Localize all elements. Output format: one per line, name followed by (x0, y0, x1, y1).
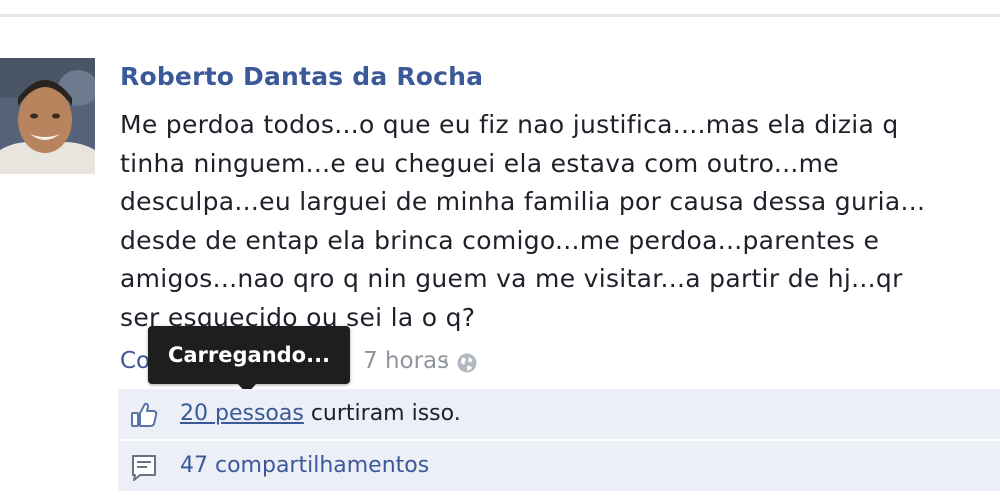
shares-count-link[interactable]: 47 compartilhamentos (180, 453, 429, 478)
shares-row: 47 compartilhamentos (118, 441, 1000, 491)
comment-link[interactable]: Co (120, 348, 150, 374)
author-name[interactable]: Roberto Dantas da Rocha (120, 62, 483, 91)
post-line: Me perdoa todos...o que eu fiz nao justi… (120, 110, 899, 139)
post-line: tinha ninguem...e eu cheguei ela estava … (120, 148, 839, 178)
thumbs-up-icon[interactable] (128, 399, 160, 431)
top-divider (0, 14, 1000, 17)
likes-row: 20 pessoas curtiram isso. (118, 389, 1000, 439)
shares-summary: 47 compartilhamentos (180, 441, 429, 491)
profile-photo-image (0, 58, 95, 174)
post-line: desculpa...eu larguei de minha familia p… (120, 187, 926, 216)
meta-separator: · (442, 348, 450, 374)
likes-suffix: curtiram isso. (310, 401, 461, 426)
globe-icon[interactable] (456, 352, 478, 374)
profile-photo[interactable] (0, 58, 95, 174)
post-body: Me perdoa todos...o que eu fiz nao justi… (120, 106, 1000, 337)
likes-summary: 20 pessoas curtiram isso. (180, 389, 461, 439)
likes-count-link[interactable]: 20 pessoas (180, 401, 304, 426)
share-icon[interactable] (128, 451, 160, 483)
post-line: desde de entap ela brinca comigo...me pe… (120, 225, 880, 255)
loading-tooltip: Carregando... (148, 326, 350, 384)
timestamp[interactable]: 7 horas (363, 348, 449, 374)
post-line: amigos...nao qro q nin guem va me visita… (120, 264, 903, 293)
